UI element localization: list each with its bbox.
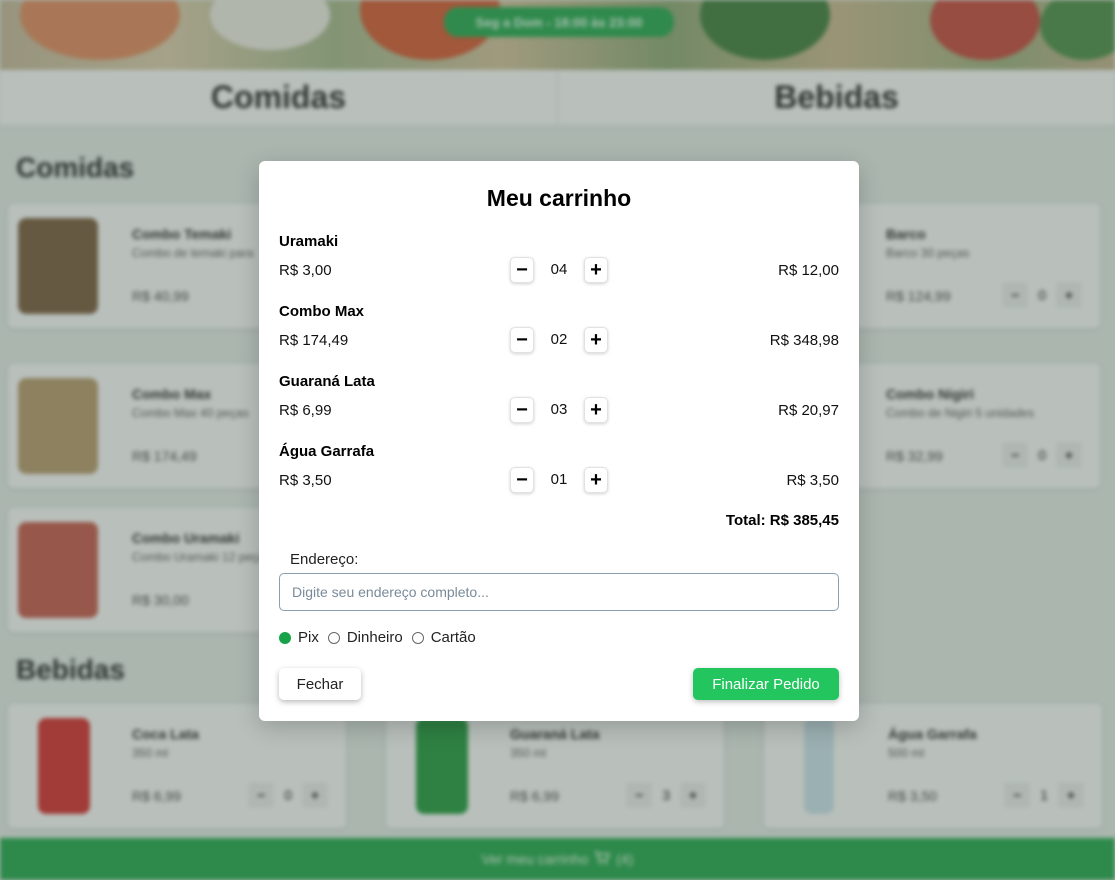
payment-option-dinheiro[interactable]: Dinheiro [327, 629, 403, 646]
quantity-stepper: − 04 + [510, 257, 608, 283]
address-label: Endereço: [290, 551, 359, 568]
increase-button[interactable]: + [584, 467, 608, 493]
payment-option-cartao[interactable]: Cartão [411, 629, 476, 646]
cart-item-name: Água Garrafa [279, 443, 375, 460]
cart-modal: Meu carrinho Uramaki R$ 3,00 − 04 + R$ 1… [259, 161, 859, 721]
quantity-stepper: − 02 + [510, 327, 608, 353]
cart-item: Uramaki R$ 3,00 − 04 + R$ 12,00 [279, 233, 839, 293]
payment-option-label: Cartão [430, 629, 476, 646]
cart-item-total: R$ 348,98 [769, 332, 839, 349]
increase-button[interactable]: + [584, 257, 608, 283]
address-input[interactable] [279, 573, 839, 611]
cart-total: Total: R$ 385,45 [725, 512, 839, 529]
cart-item-name: Uramaki [279, 233, 339, 250]
cart-item: Guaraná Lata R$ 6,99 − 03 + R$ 20,97 [279, 373, 839, 433]
radio-unselected[interactable] [411, 631, 424, 644]
quantity-value: 01 [550, 471, 568, 488]
quantity-value: 02 [550, 331, 568, 348]
quantity-value: 04 [550, 261, 568, 278]
cart-item-unit-price: R$ 3,00 [279, 262, 332, 279]
payment-option-label: Dinheiro [346, 629, 403, 646]
cart-item: Combo Max R$ 174,49 − 02 + R$ 348,98 [279, 303, 839, 363]
quantity-stepper: − 03 + [510, 397, 608, 423]
cart-item-name: Guaraná Lata [279, 373, 375, 390]
modal-title: Meu carrinho [486, 185, 632, 211]
close-button[interactable]: Fechar [279, 668, 361, 700]
decrease-button[interactable]: − [510, 257, 534, 283]
cart-item-total: R$ 12,00 [778, 262, 839, 279]
cart-item-unit-price: R$ 6,99 [279, 402, 332, 419]
radio-selected[interactable] [279, 631, 291, 644]
increase-button[interactable]: + [584, 327, 608, 353]
quantity-value: 03 [550, 401, 568, 418]
decrease-button[interactable]: − [510, 467, 534, 493]
payment-option-pix[interactable]: Pix [279, 629, 319, 646]
finish-order-button[interactable]: Finalizar Pedido [693, 668, 839, 700]
cart-item-total: R$ 20,97 [778, 402, 839, 419]
decrease-button[interactable]: − [510, 397, 534, 423]
cart-item-name: Combo Max [279, 303, 365, 320]
payment-option-label: Pix [298, 629, 319, 646]
radio-unselected[interactable] [327, 631, 340, 644]
cart-item-unit-price: R$ 3,50 [279, 472, 332, 489]
quantity-stepper: − 01 + [510, 467, 608, 493]
increase-button[interactable]: + [584, 397, 608, 423]
decrease-button[interactable]: − [510, 327, 534, 353]
payment-options: Pix Dinheiro Cartão [279, 629, 485, 646]
cart-item-unit-price: R$ 174,49 [279, 332, 349, 349]
cart-item-total: R$ 3,50 [786, 472, 839, 489]
cart-item: Água Garrafa R$ 3,50 − 01 + R$ 3,50 [279, 443, 839, 503]
